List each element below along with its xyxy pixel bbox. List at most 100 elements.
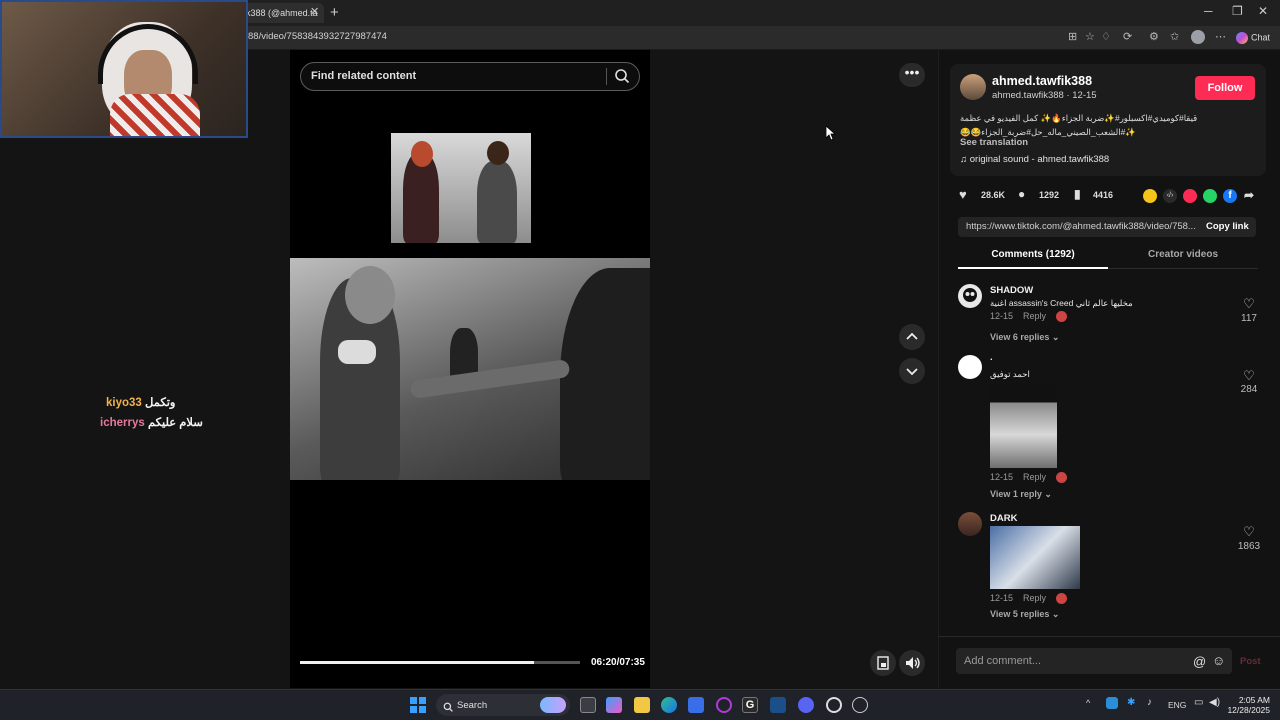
like-heart-icon[interactable]: ♥ [959,187,967,202]
facebook-icon[interactable]: f [1223,189,1237,203]
video-time: 06:20/07:35 [591,657,645,668]
chat-message: وتكمل [145,397,176,409]
picture-in-picture-button[interactable] [870,650,896,676]
comment-like-heart-icon[interactable]: ♡ [1234,524,1264,540]
favorite-star-icon[interactable]: ☆ [1085,30,1095,43]
share-link-url[interactable]: https://www.tiktok.com/@ahmed.tawfik388/… [966,221,1196,232]
copilot-taskbar-icon[interactable] [606,697,622,713]
follow-button[interactable]: Follow [1195,76,1255,100]
volume-button[interactable] [899,650,925,676]
person-left-head [345,266,395,324]
close-window-icon[interactable]: ✕ [1258,4,1268,18]
emoji-icon[interactable]: ☺ [1212,653,1225,668]
bluetooth-icon[interactable]: ✱ [1127,697,1135,708]
comment-date: 12-15 [990,311,1014,321]
opera-icon[interactable] [716,697,732,713]
active-tab-indicator [958,267,1108,269]
post-button[interactable]: Post [1240,656,1261,667]
speaker-icon[interactable]: ◀) [1209,697,1220,708]
mention-at-icon[interactable]: @ [1193,654,1206,669]
send-to-friends-icon[interactable] [1183,189,1197,203]
edge-browser-icon[interactable] [661,697,677,713]
store-icon[interactable] [688,697,704,713]
search-icon[interactable] [614,68,630,89]
stream-side-panel [0,138,290,688]
comment-like-heart-icon[interactable]: ♡ [1234,368,1264,384]
comment-image-car[interactable] [990,384,1057,468]
creator-liked-avatar [1056,311,1067,322]
person-man-head [487,141,509,165]
person-right [560,268,650,480]
copy-link-button[interactable]: Copy link [1206,221,1249,232]
comment-avatar[interactable] [958,355,982,379]
language-indicator[interactable]: ENG [1168,700,1186,710]
more-menu-icon[interactable]: ⋯ [1215,30,1226,43]
app-icon[interactable] [852,697,868,713]
maximize-icon[interactable]: ❐ [1232,4,1243,18]
bookmark-icon[interactable]: ▮ [1074,187,1081,201]
reply-button[interactable]: Reply [1023,311,1046,321]
tab-comments[interactable]: Comments (1292) [958,249,1108,260]
embed-code-icon[interactable]: ‹/› [1163,189,1177,203]
extensions-puzzle-icon[interactable]: ⚙ [1149,30,1159,43]
tab-creator-videos[interactable]: Creator videos [1108,249,1258,260]
video-progress-fill [300,661,535,664]
notification-icon[interactable]: ♢ [1101,30,1111,43]
author-subtitle: ahmed.tawfik388 · 12-15 [992,90,1097,101]
network-icon[interactable]: ▭ [1194,697,1203,708]
author-name[interactable]: ahmed.tawfik388 [992,74,1092,88]
view-replies-button[interactable]: View 6 replies ⌄ [990,332,1059,343]
video-frame-main-image [290,258,650,480]
author-avatar[interactable] [960,74,986,100]
see-translation-link[interactable]: See translation [960,137,1028,148]
tray-chevron-up-icon[interactable]: ^ [1086,698,1090,708]
tray-app-icon[interactable] [1106,697,1118,709]
view-replies-button[interactable]: View 5 replies ⌄ [990,609,1059,620]
description-line: قيقا#كوميدي#اكسبلور#✨ضربة الجزاء🔥✨ كمل ا… [960,113,1198,123]
profile-avatar[interactable] [1191,30,1205,44]
more-options-button[interactable]: ••• [899,63,925,87]
webcam-overlay [0,0,248,138]
favorites-icon[interactable]: ✩ [1170,30,1179,43]
minimize-icon[interactable]: ─ [1204,4,1213,18]
comment-avatar[interactable] [958,512,982,536]
comment-author[interactable]: SHADOW [990,285,1033,296]
steam-icon[interactable] [770,697,786,713]
task-view-icon[interactable] [580,697,596,713]
taskbar-clock[interactable]: 2:05 AM 12/28/2025 [1224,695,1270,715]
reply-button[interactable]: Reply [1023,472,1046,482]
close-tab-icon[interactable]: ✕ [310,5,319,18]
comment-date: 12-15 [990,593,1014,603]
related-search-placeholder[interactable]: Find related content [311,70,416,82]
comment-image-chess[interactable] [990,526,1080,589]
sound-label: original sound - ahmed.tawfik388 [969,154,1110,165]
obs-icon[interactable] [826,697,842,713]
coin-share-icon[interactable] [1143,189,1157,203]
url-text[interactable]: 88/video/7583843932727987474 [248,31,387,42]
comment-input-placeholder[interactable]: Add comment... [964,655,1041,667]
comment-bubble-icon[interactable]: ● [1018,187,1025,201]
comment-author[interactable]: DARK [990,513,1017,524]
windows-start-icon[interactable] [410,697,426,713]
g-app-icon[interactable]: G [742,697,758,713]
reader-icon[interactable]: ⊞ [1068,30,1077,43]
previous-video-button[interactable] [899,324,925,350]
comment-date: 12-15 [990,472,1014,482]
reply-button[interactable]: Reply [1023,593,1046,603]
sound-link[interactable]: ♫ original sound - ahmed.tawfik388 [960,154,1109,165]
comment-avatar[interactable] [958,284,982,308]
new-tab-icon[interactable]: + [330,4,339,21]
view-replies-button[interactable]: View 1 reply ⌄ [990,489,1052,500]
webcam-scarf [110,94,200,136]
microphone-icon[interactable]: ♪ [1147,697,1152,708]
discord-icon[interactable] [798,697,814,713]
next-video-button[interactable] [899,358,925,384]
chat-username: kiyo33 [106,397,142,409]
comment-like-heart-icon[interactable]: ♡ [1234,296,1264,312]
extension-icon[interactable]: ⟳ [1123,30,1132,43]
share-arrow-icon[interactable]: ➦ [1244,188,1254,202]
copilot-chat-button[interactable]: Chat [1236,29,1276,47]
whatsapp-icon[interactable] [1203,189,1217,203]
comment-author[interactable]: . [990,352,993,363]
file-explorer-icon[interactable] [634,697,650,713]
